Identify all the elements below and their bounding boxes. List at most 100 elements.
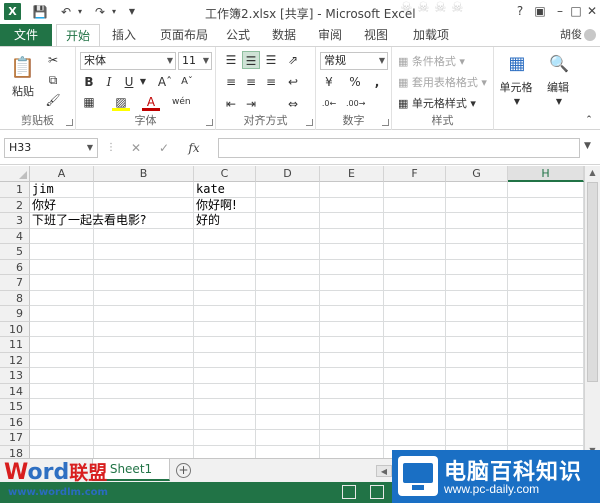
worksheet-grid[interactable]: A B C D E F G H 1 2 3 4 5 6 7 8 9 10 11 12 13 14 15 16 17 18 jim ka… — [0, 166, 584, 458]
column-header-d[interactable]: D — [256, 166, 320, 182]
decrease-indent-icon[interactable]: ⇤ — [222, 95, 240, 113]
select-all-corner[interactable] — [0, 166, 30, 182]
page-layout-view-icon[interactable] — [370, 485, 384, 499]
separator-grip-icon[interactable]: ⋮ — [106, 141, 116, 155]
column-header-c[interactable]: C — [194, 166, 256, 182]
align-center-icon[interactable]: ≡ — [242, 73, 260, 91]
row-header-11[interactable]: 11 — [0, 337, 30, 353]
save-icon[interactable]: 💾 — [32, 4, 48, 20]
align-left-icon[interactable]: ≡ — [222, 73, 240, 91]
number-format-combo[interactable]: 常规 ▼ — [320, 52, 388, 70]
align-right-icon[interactable]: ≡ — [262, 73, 280, 91]
binoculars-icon[interactable]: 🔍 — [548, 53, 570, 75]
font-launcher-icon[interactable] — [206, 119, 213, 126]
align-bottom-icon[interactable]: ☰ — [262, 51, 280, 69]
row-header-10[interactable]: 10 — [0, 321, 30, 337]
close-icon[interactable]: ✕ — [582, 3, 600, 19]
tab-file[interactable]: 文件 — [0, 24, 52, 46]
borders-icon[interactable]: ▦ — [80, 93, 98, 111]
row-header-15[interactable]: 15 — [0, 399, 30, 415]
shrink-font-icon[interactable]: Aˇ — [178, 73, 196, 91]
row-header-2[interactable]: 2 — [0, 197, 30, 213]
row-header-9[interactable]: 9 — [0, 306, 30, 322]
column-header-e[interactable]: E — [320, 166, 384, 182]
paste-button[interactable]: 粘贴 — [8, 83, 38, 99]
alignment-launcher-icon[interactable] — [306, 119, 313, 126]
column-header-g[interactable]: G — [446, 166, 508, 182]
underline-button[interactable]: U — [120, 73, 138, 91]
undo-dropdown-icon[interactable]: ▾ — [72, 4, 88, 20]
bold-button[interactable]: B — [80, 73, 98, 91]
cell-a1[interactable]: jim — [30, 182, 54, 197]
phonetic-icon[interactable]: wén — [172, 93, 191, 111]
row-header-16[interactable]: 16 — [0, 414, 30, 430]
increase-indent-icon[interactable]: ⇥ — [242, 95, 260, 113]
insert-function-button[interactable]: fx — [184, 139, 204, 157]
row-header-8[interactable]: 8 — [0, 290, 30, 306]
row-header-1[interactable]: 1 — [0, 182, 30, 198]
cell-a3[interactable]: 下班了一起去看电影? — [30, 213, 146, 228]
column-header-h[interactable]: H — [508, 166, 584, 182]
tab-formulas[interactable]: 公式 — [220, 24, 256, 46]
column-header-a[interactable]: A — [30, 166, 94, 182]
name-box[interactable]: H33 ▼ — [4, 138, 98, 158]
scroll-up-icon[interactable]: ▲ — [585, 166, 600, 180]
fill-color-icon[interactable]: ▨ — [112, 93, 130, 111]
enter-icon[interactable]: ✓ — [154, 139, 174, 157]
row-header-7[interactable]: 7 — [0, 275, 30, 291]
underline-dropdown-icon[interactable]: ▼ — [138, 73, 148, 91]
cell-styles-button[interactable]: ▦ 单元格样式 ▾ — [398, 95, 476, 111]
column-header-f[interactable]: F — [384, 166, 446, 182]
scroll-thumb[interactable] — [587, 182, 598, 382]
chevron-down-icon[interactable]: ▼ — [550, 93, 568, 111]
tab-data[interactable]: 数据 — [266, 24, 302, 46]
tab-review[interactable]: 审阅 — [312, 24, 348, 46]
copy-icon[interactable]: ⧉ — [44, 71, 62, 89]
row-header-12[interactable]: 12 — [0, 352, 30, 368]
row-header-5[interactable]: 5 — [0, 244, 30, 260]
excel-app-icon[interactable]: X — [4, 3, 21, 20]
cell-c1[interactable]: kate — [194, 182, 225, 197]
user-avatar[interactable] — [584, 29, 596, 41]
cell-a2[interactable]: 你好 — [30, 198, 56, 213]
collapse-ribbon-icon[interactable]: ⌃ — [580, 111, 598, 129]
align-middle-icon[interactable]: ☰ — [242, 51, 260, 69]
cell-c3[interactable]: 好的 — [194, 213, 220, 228]
help-icon[interactable]: ? — [510, 3, 530, 19]
tab-home[interactable]: 开始 — [56, 24, 100, 46]
format-painter-icon[interactable]: 🖌 — [44, 91, 62, 109]
user-name[interactable]: 胡俊 — [560, 24, 582, 46]
comma-style-icon[interactable]: , — [368, 73, 386, 91]
row-header-6[interactable]: 6 — [0, 259, 30, 275]
paste-icon[interactable]: 📋 — [10, 53, 35, 81]
wrap-text-icon[interactable]: ↩ — [284, 73, 302, 91]
cell-c2[interactable]: 你好啊! — [194, 198, 237, 213]
vertical-scrollbar[interactable]: ▲ ▼ — [584, 166, 600, 458]
increase-decimal-icon[interactable]: .0← — [320, 95, 338, 113]
tab-insert[interactable]: 插入 — [104, 24, 144, 46]
column-header-b[interactable]: B — [94, 166, 194, 182]
format-as-table-button[interactable]: ▦ 套用表格格式 ▾ — [398, 74, 487, 90]
row-header-13[interactable]: 13 — [0, 368, 30, 384]
row-header-17[interactable]: 17 — [0, 430, 30, 446]
font-name-combo[interactable]: 宋体 ▼ — [80, 52, 176, 70]
scroll-left-icon[interactable]: ◀ — [376, 465, 392, 477]
font-size-combo[interactable]: 11 ▼ — [178, 52, 212, 70]
cancel-icon[interactable]: ✕ — [126, 139, 146, 157]
cells-icon[interactable]: ▦ — [506, 53, 528, 75]
chevron-down-icon[interactable]: ▼ — [508, 93, 526, 111]
tab-page-layout[interactable]: 页面布局 — [152, 24, 216, 46]
number-launcher-icon[interactable] — [382, 119, 389, 126]
merge-center-icon[interactable]: ⇔ — [284, 95, 302, 113]
ribbon-display-icon[interactable]: ▣ — [530, 3, 550, 19]
orientation-icon[interactable]: ⇗ — [284, 51, 302, 69]
row-header-14[interactable]: 14 — [0, 383, 30, 399]
expand-formula-icon[interactable]: ▼ — [584, 141, 591, 151]
normal-view-icon[interactable] — [342, 485, 356, 499]
conditional-format-button[interactable]: ▦ 条件格式 ▾ — [398, 53, 465, 69]
redo-dropdown-icon[interactable]: ▾ — [106, 4, 122, 20]
decrease-decimal-icon[interactable]: .00→ — [346, 95, 365, 113]
add-sheet-button[interactable]: + — [176, 463, 191, 478]
formula-input[interactable] — [218, 138, 580, 158]
tab-addins[interactable]: 加载项 — [406, 24, 456, 46]
